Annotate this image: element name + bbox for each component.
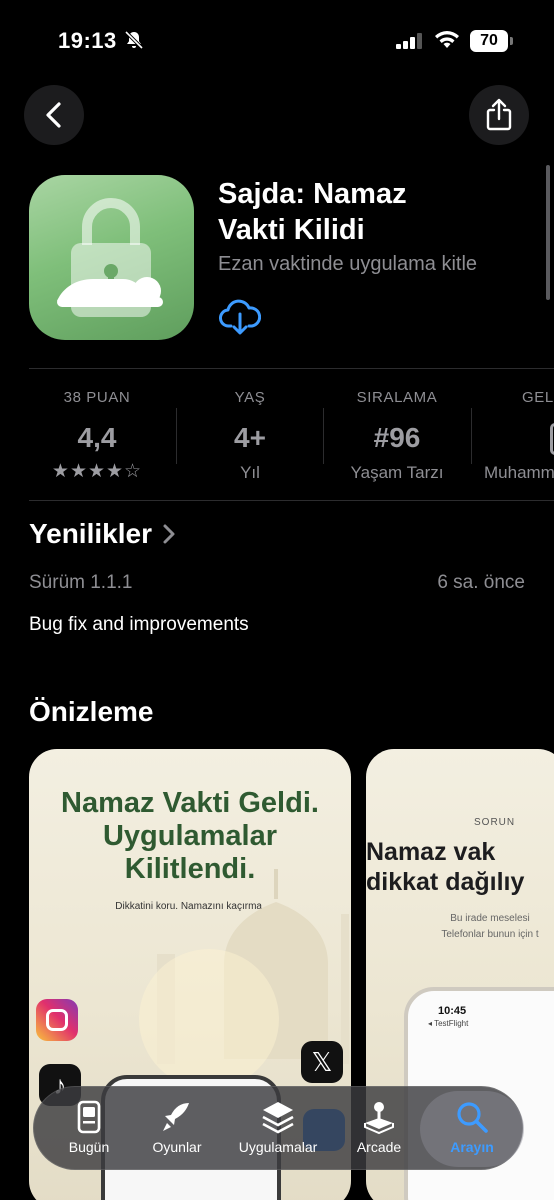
- preview-2-body-line-2: Telefonlar bunun için t: [441, 929, 539, 940]
- divider: [29, 368, 554, 369]
- app-title-line-2: Vakti Kilidi: [218, 214, 365, 246]
- developer-icon: [476, 421, 554, 455]
- stat-age[interactable]: YAŞ 4+ Yıl: [175, 388, 325, 485]
- joystick-icon: [364, 1102, 394, 1135]
- back-button[interactable]: [24, 85, 84, 145]
- tab-today[interactable]: Bugün: [50, 1087, 128, 1171]
- preview-title: Önizleme: [29, 696, 154, 727]
- status-bar: 19:13 70: [0, 0, 554, 80]
- status-time: 19:13: [58, 28, 117, 53]
- stat-ranking-value: #96: [373, 422, 421, 453]
- stat-ratings-label: 38 PUAN: [63, 389, 131, 406]
- stat-ranking-label: SIRALAMA: [356, 389, 438, 406]
- chevron-left-icon: [46, 102, 61, 128]
- battery-indicator: 70: [470, 30, 513, 52]
- search-icon: [457, 1102, 488, 1133]
- tab-arcade[interactable]: Arcade: [340, 1087, 418, 1171]
- app-icon: [29, 175, 194, 340]
- stat-developer-sub: Muhamm: [484, 463, 554, 482]
- stat-ratings-value: 4,4: [77, 422, 117, 453]
- preview-2-body-line-1: Bu irade meselesi: [450, 913, 530, 924]
- wifi-icon: [435, 31, 459, 48]
- preview-2-kicker: SORUN: [474, 817, 516, 828]
- tab-games-label: Oyunlar: [152, 1139, 202, 1155]
- today-icon: [77, 1100, 101, 1134]
- padlock-prayer-icon: [57, 198, 163, 317]
- tab-arcade-label: Arcade: [356, 1139, 402, 1155]
- tab-search-label: Arayın: [450, 1139, 494, 1155]
- tab-apps[interactable]: Uygulamalar: [226, 1087, 330, 1171]
- share-button[interactable]: [469, 85, 529, 145]
- rating-stars: ★★★★☆: [51, 461, 143, 482]
- whats-new-header[interactable]: Yenilikler: [29, 518, 176, 550]
- phone-time: 10:45: [438, 1005, 467, 1017]
- release-notes: Bug fix and improvements: [29, 614, 249, 635]
- preview-2-heading: Namaz vak dikkat dağılıy: [366, 837, 554, 897]
- cellular-signal-icon: [396, 33, 422, 49]
- chevron-right-icon: [163, 524, 175, 544]
- instagram-icon: [36, 999, 78, 1041]
- stat-developer-label: GEL: [522, 389, 554, 406]
- tab-games[interactable]: Oyunlar: [138, 1087, 216, 1171]
- preview-2-line-1: Namaz vak: [366, 838, 496, 866]
- update-time: 6 sa. önce: [437, 572, 525, 593]
- stat-age-sub: Yıl: [240, 463, 260, 482]
- phone-back-app: ◂ TestFlight: [428, 1019, 469, 1028]
- preview-2-line-2: dikkat dağılıy: [366, 868, 525, 896]
- stat-divider: [471, 408, 472, 464]
- stat-age-value: 4+: [234, 422, 266, 453]
- stat-age-label: YAŞ: [234, 389, 266, 406]
- x-app-icon: 𝕏: [301, 1041, 343, 1083]
- scrollbar[interactable]: [546, 165, 550, 300]
- cloud-download-icon[interactable]: [219, 298, 261, 336]
- stat-ranking[interactable]: SIRALAMA #96 Yaşam Tarzı: [322, 388, 472, 485]
- rocket-icon: [163, 1103, 189, 1131]
- app-title: Sajda: Namaz Vakti Kilidi: [218, 176, 528, 248]
- divider: [29, 500, 554, 501]
- preview-2-body: Bu irade meselesi Telefonlar bunun için …: [390, 911, 554, 943]
- app-title-line-1: Sajda: Namaz: [218, 178, 407, 210]
- tab-search[interactable]: Arayın: [420, 1087, 524, 1171]
- app-subtitle: Ezan vaktinde uygulama kitle: [218, 253, 478, 275]
- tab-bar: Bugün Oyunlar Uygulamalar Arcade Arayın: [33, 1086, 524, 1171]
- tab-today-label: Bugün: [68, 1139, 110, 1155]
- apps-stack-icon: [262, 1102, 294, 1134]
- bell-muted-icon: [124, 30, 144, 50]
- version-label: Sürüm 1.1.1: [29, 572, 133, 593]
- tab-apps-label: Uygulamalar: [238, 1139, 318, 1155]
- share-icon: [486, 98, 512, 131]
- stat-ranking-sub: Yaşam Tarzı: [350, 463, 444, 482]
- stat-ratings[interactable]: 38 PUAN 4,4 ★★★★☆: [22, 388, 172, 484]
- whats-new-title: Yenilikler: [29, 518, 152, 549]
- stat-developer[interactable]: GEL Muhamm: [476, 388, 554, 485]
